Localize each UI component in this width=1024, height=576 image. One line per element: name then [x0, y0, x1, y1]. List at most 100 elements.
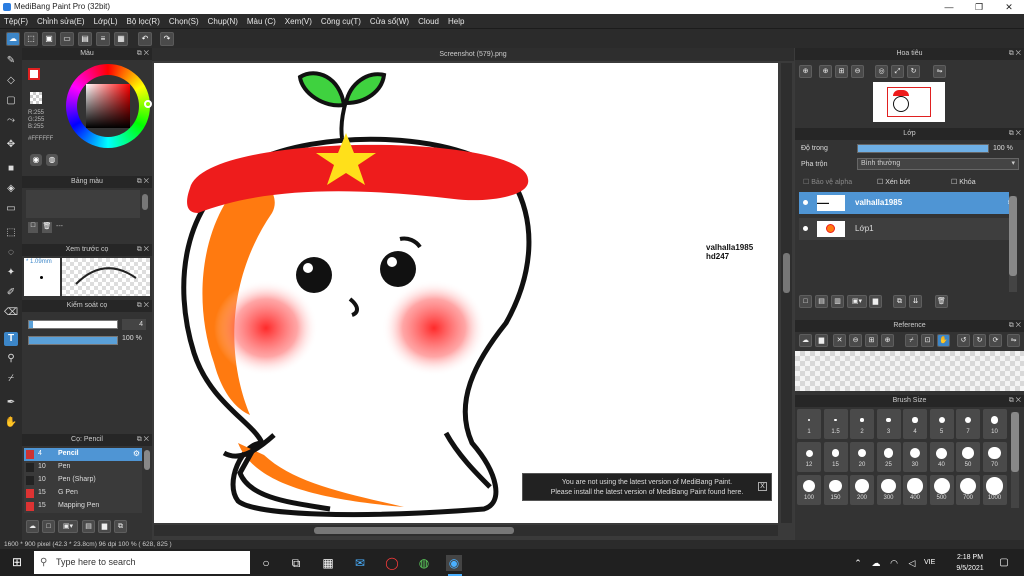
divide-tool-icon[interactable]: ⚲: [4, 352, 18, 366]
palette-delete-icon[interactable]: 🗑: [42, 222, 52, 233]
fit-icon[interactable]: ⊞: [865, 334, 878, 347]
brush-size-cell[interactable]: 3: [876, 409, 901, 439]
brush-size-cell[interactable]: 1: [797, 409, 821, 439]
flip-icon[interactable]: ⇋: [1007, 334, 1020, 347]
notification-icon[interactable]: ▢: [996, 555, 1012, 571]
minimize-button[interactable]: —: [934, 0, 964, 14]
add-brush-icon[interactable]: □: [42, 520, 55, 533]
undo-icon[interactable]: ↶: [138, 32, 152, 46]
wifi-icon[interactable]: ◠: [886, 555, 902, 571]
brush-size-cell[interactable]: 300: [876, 475, 901, 505]
taskbar-search-input[interactable]: ⚲ Type here to search: [34, 551, 250, 574]
update-notice[interactable]: You are not using the latest version of …: [522, 473, 772, 501]
language-indicator[interactable]: VIE: [924, 559, 935, 566]
brush-size-cell[interactable]: 100: [797, 475, 821, 505]
new-halftone-layer-icon[interactable]: ▤: [815, 295, 828, 308]
document-tab[interactable]: Screenshot (579).png: [152, 48, 794, 61]
lasso-tool-icon[interactable]: ◌: [4, 246, 18, 260]
brush-size-value[interactable]: 4: [122, 319, 146, 330]
rotate-left-icon[interactable]: ↺: [957, 334, 970, 347]
palette-add-icon[interactable]: □: [28, 222, 38, 233]
brush-menu-icon[interactable]: ▣▾: [58, 520, 78, 533]
zoom-in-icon[interactable]: ⊕: [819, 65, 832, 78]
zoom-out-icon[interactable]: ⊖: [849, 334, 862, 347]
hue-wheel[interactable]: [66, 64, 152, 148]
app-icon-green[interactable]: ◍: [416, 555, 432, 571]
frame-icon[interactable]: ▦: [114, 32, 128, 46]
cloud-brush-icon[interactable]: ☁: [26, 520, 39, 533]
actual-size-icon[interactable]: ◎: [875, 65, 888, 78]
navigator-thumbnail[interactable]: [873, 82, 945, 122]
menu-edit[interactable]: Chỉnh sửa(E): [37, 17, 85, 26]
mail-icon[interactable]: ✉: [352, 555, 368, 571]
dot-tool-icon[interactable]: ▢: [4, 94, 18, 108]
fullscreen-icon[interactable]: ⤢: [891, 65, 904, 78]
brush-size-cell[interactable]: 150: [823, 475, 848, 505]
medibang-taskbar-icon[interactable]: ◉: [446, 555, 462, 571]
save-icon[interactable]: ▣: [42, 32, 56, 46]
eyedropper-icon[interactable]: ⌿: [905, 334, 918, 347]
panel-close-icon[interactable]: ⧉ ✕: [1009, 320, 1021, 332]
menu-view[interactable]: Xem(V): [285, 17, 312, 26]
rotate-icon[interactable]: ↻: [907, 65, 920, 78]
panel-close-icon[interactable]: ⧉ ✕: [137, 300, 149, 312]
crop-icon[interactable]: ⊡: [921, 334, 934, 347]
panel-close-icon[interactable]: ⧉ ✕: [137, 48, 149, 60]
bucket-tool-icon[interactable]: ◈: [4, 182, 18, 196]
brush-size-cell[interactable]: 10: [982, 409, 1007, 439]
menu-select[interactable]: Chọn(S): [169, 17, 199, 26]
color-slider-mode-icon[interactable]: ◍: [46, 154, 58, 166]
new-file-icon[interactable]: ⬚: [24, 32, 38, 46]
pen-tool-icon[interactable]: ✒: [4, 396, 18, 410]
hand-icon[interactable]: ✋: [937, 334, 950, 347]
brush-size-cell[interactable]: 400: [903, 475, 927, 505]
brush-size-cell[interactable]: 50: [956, 442, 980, 472]
brush-size-slider[interactable]: [28, 320, 118, 329]
brush-size-cell[interactable]: 30: [903, 442, 927, 472]
cloud-reference-icon[interactable]: ☁: [799, 334, 812, 347]
brush-size-cell[interactable]: 25: [876, 442, 901, 472]
notice-close-button[interactable]: X: [758, 482, 767, 491]
brush-size-cell[interactable]: 7: [956, 409, 980, 439]
open-reference-icon[interactable]: ▆: [815, 334, 828, 347]
copy-brush-icon[interactable]: ▤: [82, 520, 95, 533]
cortana-icon[interactable]: ○: [258, 555, 274, 571]
foreground-color-swatch[interactable]: [28, 68, 40, 80]
eye-icon[interactable]: [803, 200, 808, 205]
list-icon[interactable]: ≡: [96, 32, 110, 46]
menu-window[interactable]: Cửa sổ(W): [370, 17, 409, 26]
close-button[interactable]: ✕: [994, 0, 1024, 14]
delete-layer-icon[interactable]: 🗑: [935, 295, 948, 308]
list-item[interactable]: 15 G Pen: [24, 487, 142, 500]
menu-tools[interactable]: Công cụ(T): [321, 17, 361, 26]
zoom-in-icon[interactable]: ⊕: [799, 65, 812, 78]
brush-size-cell[interactable]: 4: [903, 409, 927, 439]
panel-close-icon[interactable]: ⧉ ✕: [1009, 48, 1021, 60]
list-item[interactable]: 10 Pen: [24, 461, 142, 474]
brush-size-cell[interactable]: 200: [850, 475, 874, 505]
cloud-tray-icon[interactable]: ☁: [868, 555, 884, 571]
zoom-out-icon[interactable]: ⊖: [851, 65, 864, 78]
brush-tool-icon[interactable]: ✎: [4, 54, 18, 68]
menu-filter[interactable]: Bộ lọc(R): [127, 17, 160, 26]
clipping-checkbox[interactable]: ☐ Xén bớt: [877, 178, 910, 186]
brush-list-scrollbar[interactable]: [144, 450, 150, 470]
gear-icon[interactable]: ⚙: [133, 449, 140, 458]
palette-swatches[interactable]: [26, 190, 140, 218]
maximize-button[interactable]: ❐: [964, 0, 994, 14]
select-tool-icon[interactable]: ⬚: [4, 226, 18, 240]
new-layer-icon[interactable]: □: [799, 295, 812, 308]
cloud-icon[interactable]: ☁: [6, 32, 20, 46]
brush-size-cell[interactable]: 70: [982, 442, 1007, 472]
select-eraser-tool-icon[interactable]: ⌫: [4, 306, 18, 320]
eraser-tool-icon[interactable]: ◇: [4, 74, 18, 88]
saturation-square[interactable]: [86, 84, 130, 128]
task-view-icon[interactable]: ⧉: [288, 555, 304, 571]
rotate-right-icon[interactable]: ⟳: [989, 334, 1002, 347]
list-item[interactable]: 4 Pencil ⚙: [24, 448, 142, 461]
brush-size-scrollbar[interactable]: [1011, 412, 1019, 508]
folder-icon[interactable]: ▆: [98, 520, 111, 533]
layer-row[interactable]: ▬▬▬ valhalla1985 ⚙: [799, 192, 1017, 214]
fill-rect-tool-icon[interactable]: ■: [4, 162, 18, 176]
new-8bit-layer-icon[interactable]: ▥: [831, 295, 844, 308]
